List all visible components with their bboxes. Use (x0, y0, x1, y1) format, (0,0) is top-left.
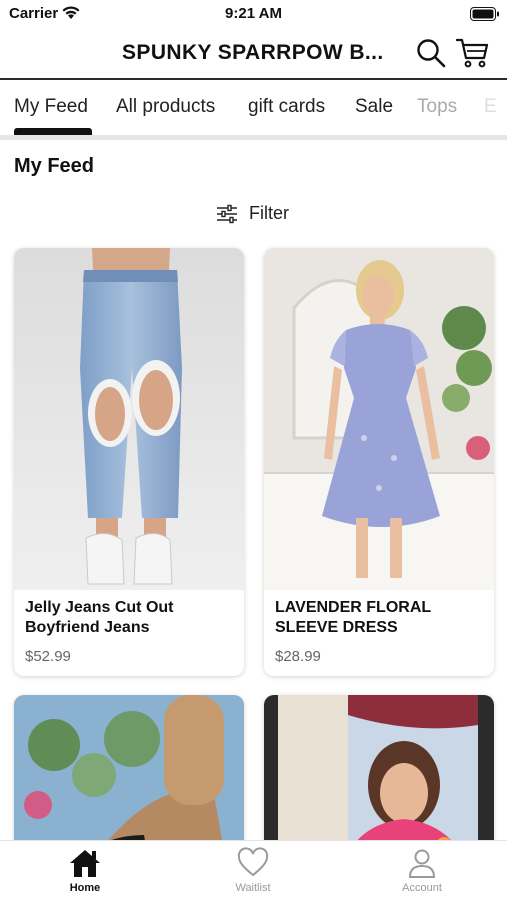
filter-button[interactable]: Filter (216, 200, 326, 228)
nav-home[interactable]: Home (35, 847, 135, 899)
tab-gift-cards[interactable]: gift cards (248, 96, 325, 118)
section-title: My Feed (14, 155, 95, 177)
nav-home-label: Home (69, 882, 101, 894)
person-icon (408, 849, 436, 878)
product-card-dress[interactable]: LAVENDER FLORAL SLEEVE DRESS $28.99 (264, 248, 494, 676)
cart-icon[interactable] (456, 37, 490, 69)
product-price: $28.99 (275, 648, 321, 665)
nav-waitlist[interactable]: Waitlist (203, 847, 303, 899)
product-name[interactable]: LAVENDER FLORAL SLEEVE DRESS (275, 598, 487, 638)
clock: 9:21 AM (225, 5, 282, 22)
tab-tops[interactable]: Tops (417, 96, 457, 118)
status-bar: Carrier 9:21 AM (0, 0, 507, 28)
search-icon[interactable] (416, 38, 446, 68)
product-card-jeans[interactable]: Jelly Jeans Cut Out Boyfriend Jeans $52.… (14, 248, 244, 676)
tab-more[interactable]: E (484, 96, 497, 118)
product-name[interactable]: Jelly Jeans Cut Out Boyfriend Jeans (25, 598, 237, 638)
store-title: SPUNKY SPARRPOW B... (122, 41, 384, 64)
bottom-nav: Home Waitlist Account (0, 840, 507, 900)
nav-account[interactable]: Account (372, 847, 472, 899)
category-tabs: My Feed All products gift cards Sale Top… (0, 82, 507, 140)
heart-icon (237, 847, 269, 877)
home-icon (70, 850, 100, 877)
nav-account-label: Account (402, 882, 442, 894)
product-image-dress[interactable] (264, 248, 494, 590)
battery-icon (470, 7, 499, 21)
product-image-jeans[interactable] (14, 248, 244, 590)
tab-my-feed[interactable]: My Feed (14, 96, 88, 118)
active-tab-indicator (14, 128, 92, 135)
nav-waitlist-label: Waitlist (235, 882, 271, 894)
tab-all-products[interactable]: All products (116, 96, 215, 118)
sliders-icon (217, 204, 237, 224)
tab-sale[interactable]: Sale (355, 96, 393, 118)
product-price: $52.99 (25, 648, 71, 665)
filter-label: Filter (249, 203, 289, 223)
app-header: SPUNKY SPARRPOW B... (0, 28, 507, 80)
